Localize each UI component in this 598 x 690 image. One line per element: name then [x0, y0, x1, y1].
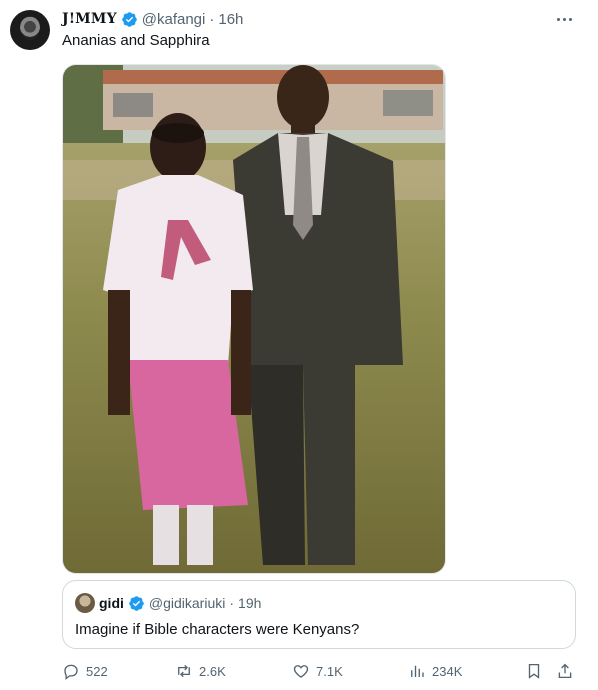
quoted-author-avatar — [75, 593, 95, 613]
like-count: 7.1K — [316, 663, 343, 679]
tweet-timestamp[interactable]: 16h — [218, 11, 243, 28]
share-icon — [558, 663, 572, 679]
tweet-text: Ananias and Sapphira — [62, 32, 210, 49]
verified-badge-icon — [129, 595, 144, 611]
author-handle[interactable]: @kafangi — [142, 11, 206, 28]
separator-dot: · — [209, 10, 215, 28]
author-name[interactable]: J!MMY — [62, 11, 117, 27]
quoted-tweet-text: Imagine if Bible characters were Kenyans… — [75, 621, 360, 638]
tweet-header: J!MMY @kafangi · 16h — [62, 9, 243, 29]
separator-dot: · — [229, 595, 235, 611]
retweet-button[interactable]: 2.6K — [175, 660, 226, 682]
quoted-tweet-header: gidi @gidikariuki · 19h — [75, 593, 261, 613]
reply-icon — [64, 664, 78, 680]
quoted-tweet[interactable]: gidi @gidikariuki · 19h Imagine if Bible… — [62, 580, 576, 649]
view-count: 234K — [432, 663, 463, 679]
action-bar: 522 2.6K 7.1K 234K — [62, 660, 576, 682]
quoted-timestamp: 19h — [238, 595, 262, 611]
views-button[interactable]: 234K — [408, 660, 462, 682]
reply-button[interactable]: 522 — [62, 660, 108, 682]
bookmark-icon — [528, 663, 540, 679]
quoted-author-name: gidi — [99, 595, 124, 611]
photo-illustration — [63, 65, 445, 573]
quoted-author-handle: @gidikariuki — [148, 595, 226, 611]
like-button[interactable]: 7.1K — [292, 660, 343, 682]
more-options-icon[interactable] — [552, 10, 576, 28]
verified-badge-icon — [122, 11, 137, 27]
heart-icon — [293, 665, 309, 678]
tweet-photo[interactable] — [62, 64, 446, 574]
share-button[interactable] — [556, 660, 574, 682]
views-chart-icon — [411, 665, 424, 677]
tweet[interactable]: J!MMY @kafangi · 16h Ananias and Sapphir… — [0, 0, 598, 690]
retweet-count: 2.6K — [199, 663, 226, 679]
retweet-icon — [178, 664, 190, 678]
author-avatar[interactable] — [10, 10, 50, 50]
reply-count: 522 — [86, 663, 108, 679]
bookmark-button[interactable] — [525, 660, 543, 682]
